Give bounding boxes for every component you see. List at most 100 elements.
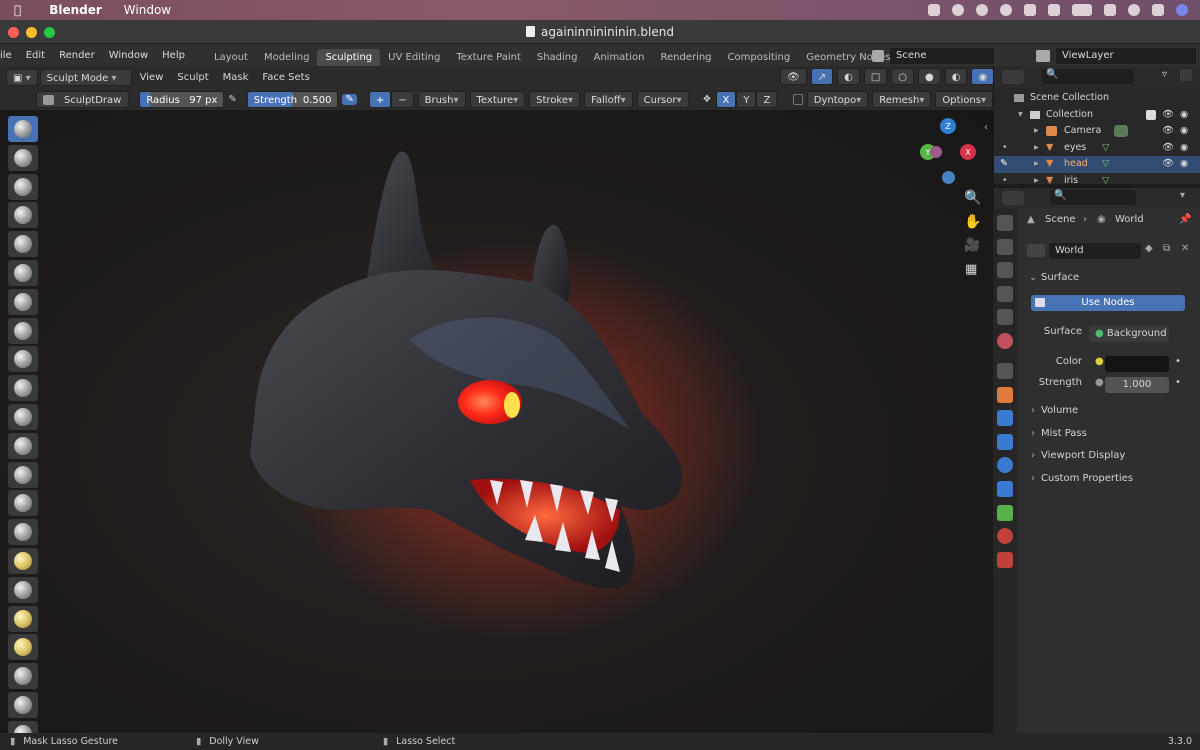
outliner-collection[interactable]: ▾ Collection 👁 ◉ [994,107,1200,124]
tab-shading[interactable]: Shading [529,49,586,67]
mode-dropdown[interactable]: Sculpt Mode [39,68,132,86]
volume-icon[interactable] [1024,4,1036,16]
volume-panel-header[interactable]: › Volume [1017,405,1200,419]
radius-pressure-icon[interactable]: ✎ [228,94,236,105]
strength-pressure-icon[interactable]: ✎ [342,93,357,105]
tool-clay-thumb[interactable] [8,231,38,258]
color-swatch[interactable] [1105,356,1169,372]
outliner-search-input[interactable]: 🔍 [1042,69,1134,84]
tool-tab-icon[interactable] [997,215,1013,231]
visibility-icon[interactable]: 👁 [780,68,807,85]
outliner-scene-collection[interactable]: Scene Collection [994,90,1200,107]
view-layer-tab-icon[interactable] [997,285,1013,302]
tool-flatten[interactable] [8,403,38,430]
render-camera-icon[interactable]: ◉ [1180,107,1188,124]
tool-crease[interactable] [8,346,38,373]
direction-add-button[interactable]: + [368,90,392,108]
menu-file[interactable]: ile [0,50,19,61]
xray-toggle-icon[interactable]: □ [863,68,888,85]
render-camera-icon[interactable]: ◉ [1180,140,1188,157]
eye-icon[interactable]: 👁 [1162,107,1174,124]
use-nodes-button[interactable]: Use Nodes [1031,295,1185,311]
editor-type-button[interactable]: ▣ [6,68,38,86]
remesh-dropdown[interactable]: Remesh [872,90,932,108]
menu-sculpt[interactable]: Sculpt [171,69,214,86]
material-tab-icon[interactable] [997,528,1013,545]
zoom-icon[interactable]: 🔍 [964,190,981,206]
eye-icon[interactable]: 👁 [1162,156,1174,173]
navigation-gizmo[interactable]: Z Y X [918,116,982,186]
symmetry-z-toggle[interactable]: Z [756,90,778,108]
scene-selector[interactable]: Scene [872,47,994,64]
mist-pass-panel-header[interactable]: › Mist Pass [1017,428,1200,442]
minimize-window-button[interactable] [26,27,37,38]
texture-dropdown[interactable]: Texture [469,90,526,108]
fake-user-icon[interactable]: ◆ [1145,243,1153,254]
3d-viewport[interactable]: Z Y X 🔍 ✋ 🎥 ▦ ‹ [0,110,993,733]
perspective-toggle-icon[interactable]: ▦ [965,262,977,277]
window-menu[interactable]: Window [124,3,171,17]
tool-smooth[interactable] [8,375,38,402]
tab-modeling[interactable]: Modeling [256,49,318,67]
tool-scrape[interactable] [8,461,38,488]
keyframe-dot-icon[interactable]: • [1175,377,1181,388]
world-name-field[interactable]: World [1049,243,1141,259]
siri-icon[interactable] [1176,4,1188,16]
viewlayer-selector[interactable]: ViewLayer [1036,47,1196,64]
particles-tab-icon[interactable] [997,433,1013,450]
material-shading-icon[interactable]: ◐ [944,68,968,85]
control-center-icon[interactable] [1152,4,1164,16]
keyframe-dot-icon[interactable]: • [1175,356,1181,367]
properties-editor-type-icon[interactable] [1002,191,1024,205]
wifi-icon[interactable] [1104,4,1116,16]
surface-shader-field[interactable]: ● Background [1089,326,1169,342]
tab-layout[interactable]: Layout [206,49,256,67]
constraints-tab-icon[interactable] [997,480,1013,497]
object-tab-icon[interactable] [997,386,1013,403]
falloff-dropdown[interactable]: Falloff [584,90,633,108]
surface-panel-header[interactable]: ⌄ Surface [1017,272,1200,286]
menu-help[interactable]: Help [155,50,192,61]
physics-tab-icon[interactable] [997,457,1013,474]
tool-draw[interactable] [8,116,38,142]
menu-edit[interactable]: Edit [19,50,52,61]
output-tab-icon[interactable] [997,262,1013,279]
data-tab-icon[interactable] [997,504,1013,521]
radius-slider[interactable]: Radius 97 px [139,90,225,108]
viewport-display-panel-header[interactable]: › Viewport Display [1017,450,1200,464]
outliner-item-head[interactable]: ✎ ▸ ▼ head ▽ 👁 ◉ [994,156,1200,173]
gizmo-toggle-icon[interactable]: ↗ [810,68,834,85]
camera-view-icon[interactable]: 🎥 [964,238,980,253]
world-tab-icon[interactable] [997,332,1013,349]
app-menu[interactable]: Blender [49,3,102,17]
tool-elastic-deform[interactable] [8,576,38,603]
dyntopo-checkbox[interactable] [793,93,803,105]
search-icon[interactable] [1128,4,1140,16]
info-icon[interactable] [976,4,988,16]
pan-icon[interactable]: ✋ [964,214,981,230]
unlink-icon[interactable]: ✕ [1181,243,1189,254]
stroke-dropdown[interactable]: Stroke [529,90,581,108]
options-dropdown[interactable]: Options [935,90,994,108]
collection-checkbox[interactable] [1146,109,1156,120]
tool-clay-strips[interactable] [8,202,38,229]
menu-render[interactable]: Render [52,50,102,61]
tool-inflate[interactable] [8,288,38,315]
play-icon[interactable] [1000,4,1012,16]
tool-pinch[interactable] [8,519,38,546]
tool-draw-sharp[interactable] [8,144,38,171]
tab-rendering[interactable]: Rendering [652,49,719,67]
properties-search-input[interactable]: 🔍 [1050,190,1136,205]
brush-dropdown[interactable]: Brush [417,90,466,108]
tool-fill[interactable] [8,432,38,459]
tab-texture-paint[interactable]: Texture Paint [448,49,529,67]
properties-options-icon[interactable]: ▾ [1180,190,1185,201]
modifier-tab-icon[interactable] [997,410,1013,427]
tool-thumb[interactable] [8,634,38,661]
tool-multiplane-scrape[interactable] [8,490,38,517]
eye-icon[interactable]: 👁 [1162,123,1174,140]
render-tab-icon[interactable] [997,238,1013,255]
tool-clay[interactable] [8,173,38,200]
menu-window[interactable]: Window [102,50,155,61]
maximize-window-button[interactable] [44,27,55,38]
